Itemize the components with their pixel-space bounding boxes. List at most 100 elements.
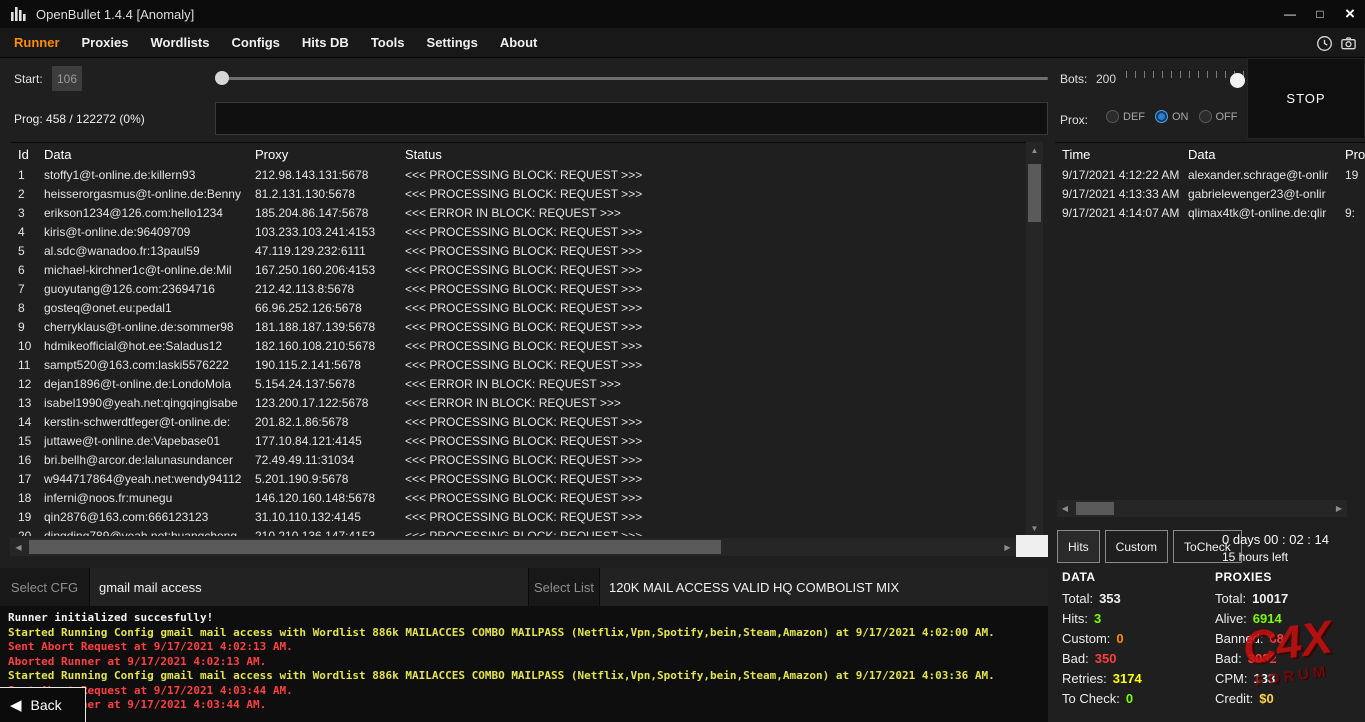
select-cfg-button[interactable]: Select CFG bbox=[0, 568, 90, 606]
results-row[interactable]: 8gosteq@onet.eu:pedal166.96.252.126:5678… bbox=[10, 298, 1026, 317]
stop-button[interactable]: STOP bbox=[1247, 58, 1365, 139]
hits-horizontal-scrollbar[interactable]: ◀ ▶ bbox=[1057, 500, 1347, 517]
selector-strip: Select CFG gmail mail access Select List… bbox=[0, 568, 1048, 606]
close-button[interactable]: × bbox=[1335, 0, 1365, 28]
scroll-right-icon[interactable]: ▶ bbox=[1331, 500, 1347, 517]
results-row[interactable]: 4kiris@t-online.de:96409709103.233.103.2… bbox=[10, 222, 1026, 241]
results-row[interactable]: 7guoyutang@126.com:23694716212.42.113.8:… bbox=[10, 279, 1026, 298]
menu-item-hits-db[interactable]: Hits DB bbox=[291, 35, 360, 50]
results-row[interactable]: 3erikson1234@126.com:hello1234185.204.86… bbox=[10, 203, 1026, 222]
results-header: IdDataProxyStatus bbox=[10, 143, 1026, 165]
scroll-left-icon[interactable]: ◀ bbox=[1057, 500, 1073, 517]
results-vscroll-thumb[interactable] bbox=[1028, 164, 1041, 222]
proxies-stats: PROXIESTotal:10017Alive:6914Banned:68Bad… bbox=[1215, 570, 1365, 709]
scroll-down-icon[interactable]: ▼ bbox=[1026, 520, 1043, 536]
start-slider-thumb[interactable] bbox=[215, 71, 229, 85]
results-col-id[interactable]: Id bbox=[10, 147, 44, 162]
tab-hits[interactable]: Hits bbox=[1057, 530, 1100, 563]
hits-col-data[interactable]: Data bbox=[1188, 147, 1338, 162]
results-row[interactable]: 9cherryklaus@t-online.de:sommer98181.188… bbox=[10, 317, 1026, 336]
id-cell: 11 bbox=[10, 358, 44, 372]
id-cell: 6 bbox=[10, 263, 44, 277]
hit-data-cell: qlimax4tk@t-online.de:qlir bbox=[1188, 206, 1338, 220]
hit-row[interactable]: 9/17/2021 4:14:07 AMqlimax4tk@t-online.d… bbox=[1055, 203, 1365, 222]
results-row[interactable]: 10hdmikeofficial@hot.ee:Saladus12182.160… bbox=[10, 336, 1026, 355]
proxy-cell: 103.233.103.241:4153 bbox=[252, 225, 402, 239]
bots-value: 200 bbox=[1096, 72, 1116, 86]
status-cell: <<< PROCESSING BLOCK: REQUEST >>> bbox=[402, 358, 1026, 372]
menu-item-tools[interactable]: Tools bbox=[360, 35, 416, 50]
id-cell: 15 bbox=[10, 434, 44, 448]
start-slider[interactable] bbox=[215, 70, 1048, 86]
menu-item-wordlists[interactable]: Wordlists bbox=[139, 35, 220, 50]
hit-row[interactable]: 9/17/2021 4:13:33 AMgabrielewenger23@t-o… bbox=[1055, 184, 1365, 203]
scroll-left-icon[interactable]: ◀ bbox=[10, 538, 27, 556]
results-row[interactable]: 14kerstin-schwerdtfeger@t-online.de:201.… bbox=[10, 412, 1026, 431]
results-col-data[interactable]: Data bbox=[44, 147, 252, 162]
hits-hscroll-thumb[interactable] bbox=[1076, 502, 1114, 515]
proxy-mode-on[interactable]: ON bbox=[1155, 110, 1189, 123]
results-col-status[interactable]: Status bbox=[402, 147, 1026, 162]
results-row[interactable]: 13isabel1990@yeah.net:qingqingisabe123.2… bbox=[10, 393, 1026, 412]
proxy-cell: 177.10.84.121:4145 bbox=[252, 434, 402, 448]
back-button[interactable]: ◀ Back bbox=[0, 687, 86, 722]
screenshot-camera-icon[interactable] bbox=[1339, 34, 1357, 52]
data-cell: al.sdc@wanadoo.fr:13paul59 bbox=[44, 244, 252, 258]
proxy-cell: 81.2.131.130:5678 bbox=[252, 187, 402, 201]
results-row[interactable]: 20dingding789@yeah.net:huangcheng210.210… bbox=[10, 526, 1026, 536]
data-cell: gosteq@onet.eu:pedal1 bbox=[44, 301, 252, 315]
results-hscroll-thumb[interactable] bbox=[29, 540, 721, 554]
menu-item-proxies[interactable]: Proxies bbox=[71, 35, 140, 50]
hits-col-time[interactable]: Time bbox=[1055, 147, 1188, 162]
id-cell: 20 bbox=[10, 529, 44, 537]
id-cell: 16 bbox=[10, 453, 44, 467]
status-cell: <<< ERROR IN BLOCK: REQUEST >>> bbox=[402, 206, 1026, 220]
minimize-button[interactable]: — bbox=[1275, 0, 1305, 28]
id-cell: 10 bbox=[10, 339, 44, 353]
proxy-mode-off[interactable]: OFF bbox=[1199, 110, 1238, 123]
menu-item-configs[interactable]: Configs bbox=[220, 35, 290, 50]
hits-col-proxy[interactable]: Proxy bbox=[1338, 147, 1365, 162]
tab-custom[interactable]: Custom bbox=[1105, 530, 1168, 563]
results-row[interactable]: 19qin2876@163.com:66612312331.10.110.132… bbox=[10, 507, 1026, 526]
results-row[interactable]: 6michael-kirchner1c@t-online.de:Mil167.2… bbox=[10, 260, 1026, 279]
select-list-button[interactable]: Select List bbox=[528, 568, 600, 606]
menu-item-settings[interactable]: Settings bbox=[416, 35, 489, 50]
results-row[interactable]: 18inferni@noos.fr:munegu146.120.160.148:… bbox=[10, 488, 1026, 507]
menu-item-runner[interactable]: Runner bbox=[3, 35, 71, 50]
openbullet-window: OpenBullet 1.4.4 [Anomaly] — □ × RunnerP… bbox=[0, 0, 1365, 722]
start-input[interactable]: 106 bbox=[52, 66, 82, 91]
log-line: Sent Abort Request at 9/17/2021 4:02:13 … bbox=[8, 640, 1040, 655]
results-row[interactable]: 12dejan1896@t-online.de:LondoMola5.154.2… bbox=[10, 374, 1026, 393]
bots-slider-thumb[interactable] bbox=[1230, 73, 1245, 88]
results-col-proxy[interactable]: Proxy bbox=[252, 147, 402, 162]
results-row[interactable]: 17w944717864@yeah.net:wendy941125.201.19… bbox=[10, 469, 1026, 488]
id-cell: 1 bbox=[10, 168, 44, 182]
results-horizontal-scrollbar[interactable]: ◀ ▶ bbox=[10, 538, 1016, 556]
results-row[interactable]: 5al.sdc@wanadoo.fr:13paul5947.119.129.23… bbox=[10, 241, 1026, 260]
results-vertical-scrollbar[interactable]: ▲ ▼ bbox=[1026, 142, 1043, 536]
scroll-right-icon[interactable]: ▶ bbox=[999, 538, 1016, 556]
scrollbar-corner bbox=[1016, 535, 1048, 557]
stat-label: Custom: bbox=[1062, 631, 1110, 646]
results-row[interactable]: 16bri.bellh@arcor.de:lalunasundancer72.4… bbox=[10, 450, 1026, 469]
stat-value: 350 bbox=[1095, 651, 1117, 666]
results-row[interactable]: 1stoffy1@t-online.de:killern93212.98.143… bbox=[10, 165, 1026, 184]
hit-proxy-cell: 9: bbox=[1338, 206, 1365, 220]
maximize-button[interactable]: □ bbox=[1305, 0, 1335, 28]
update-check-icon[interactable] bbox=[1315, 34, 1333, 52]
hit-row[interactable]: 9/17/2021 4:12:22 AMalexander.schrage@t-… bbox=[1055, 165, 1365, 184]
data-cell: michael-kirchner1c@t-online.de:Mil bbox=[44, 263, 252, 277]
proxy-cell: 190.115.2.141:5678 bbox=[252, 358, 402, 372]
stat-data-hits: Hits:3 bbox=[1062, 609, 1214, 629]
scroll-up-icon[interactable]: ▲ bbox=[1026, 142, 1043, 158]
results-row[interactable]: 15juttawe@t-online.de:Vapebase01177.10.8… bbox=[10, 431, 1026, 450]
results-row[interactable]: 11sampt520@163.com:laski5576222190.115.2… bbox=[10, 355, 1026, 374]
status-cell: <<< PROCESSING BLOCK: REQUEST >>> bbox=[402, 225, 1026, 239]
stat-proxies-cpm: CPM:133 bbox=[1215, 669, 1365, 689]
menu-item-about[interactable]: About bbox=[489, 35, 549, 50]
results-row[interactable]: 2heisserorgasmus@t-online.de:Benny81.2.1… bbox=[10, 184, 1026, 203]
bots-slider[interactable] bbox=[1126, 68, 1252, 92]
status-cell: <<< PROCESSING BLOCK: REQUEST >>> bbox=[402, 320, 1026, 334]
proxy-mode-def[interactable]: DEF bbox=[1106, 110, 1145, 123]
